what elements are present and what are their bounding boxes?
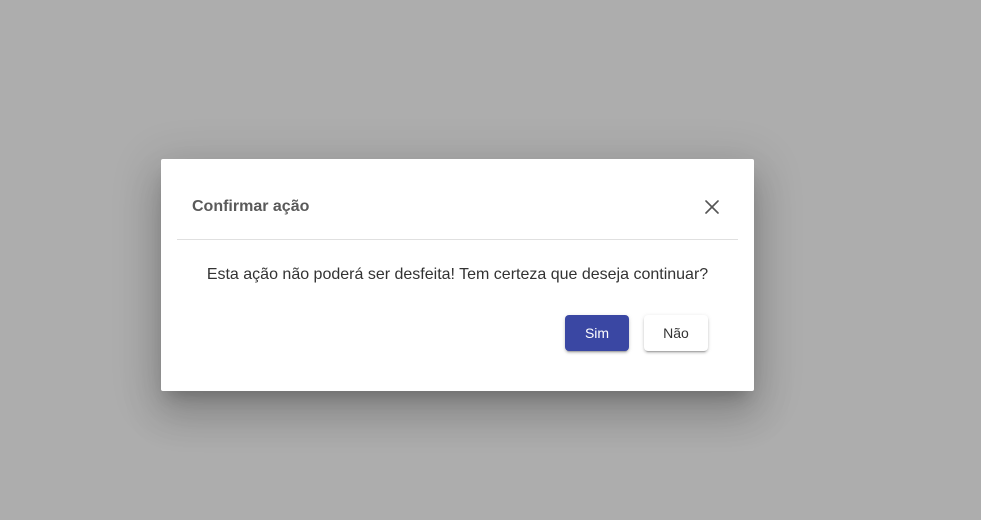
close-icon xyxy=(705,200,719,214)
close-button[interactable] xyxy=(700,195,724,219)
confirm-button[interactable]: Sim xyxy=(565,315,629,351)
dialog-header: Confirmar ação xyxy=(177,159,738,240)
dialog-message: Esta ação não poderá ser desfeita! Tem c… xyxy=(206,266,709,283)
cancel-button[interactable]: Não xyxy=(644,315,708,351)
dialog-title: Confirmar ação xyxy=(192,198,310,215)
dialog-actions: Sim Não xyxy=(565,315,708,351)
confirm-dialog: Confirmar ação Esta ação não poderá ser … xyxy=(161,159,754,391)
